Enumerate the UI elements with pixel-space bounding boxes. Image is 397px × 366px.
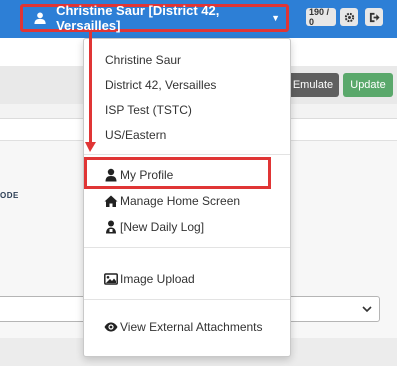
settings-button[interactable] (340, 8, 358, 26)
menu-item-view-external-attachments[interactable]: View External Attachments (104, 320, 263, 334)
eye-icon (104, 322, 118, 332)
chevron-down-icon (362, 306, 372, 313)
counter-badge: 190 / 0 (306, 7, 336, 27)
logout-button[interactable] (365, 8, 383, 26)
user-badge-icon (106, 220, 116, 234)
menu-item-manage-home-screen[interactable]: Manage Home Screen (104, 194, 240, 208)
image-icon (104, 273, 118, 285)
section-label-fragment: ODE (0, 191, 19, 200)
menu-item-label: [New Daily Log] (120, 220, 205, 234)
sign-out-icon (369, 12, 380, 22)
caret-down-icon: ▼ (271, 13, 280, 23)
menu-divider (84, 154, 290, 155)
menu-divider (84, 247, 290, 248)
dropdown-user-name: Christine Saur (105, 53, 182, 67)
gear-icon (344, 12, 354, 22)
menu-item-label: Manage Home Screen (120, 194, 241, 208)
dropdown-district: District 42, Versailles (105, 78, 217, 92)
dropdown-org: ISP Test (TSTC) (105, 103, 192, 117)
user-dropdown-menu: Christine Saur District 42, Versailles I… (83, 38, 291, 357)
menu-item-new-daily-log[interactable]: [New Daily Log] (104, 220, 204, 234)
menu-divider (84, 299, 290, 300)
user-menu-label: Christine Saur [District 42, Versailles] (56, 3, 220, 33)
my-profile-highlight-box (84, 157, 271, 189)
update-button[interactable]: Update (343, 73, 393, 97)
menu-item-label: Image Upload (120, 272, 195, 286)
annotation-arrow-head (85, 142, 96, 152)
emulate-button[interactable]: Emulate (287, 73, 339, 97)
user-icon (34, 12, 46, 25)
annotation-arrow (89, 30, 92, 144)
home-icon (104, 195, 118, 207)
user-menu-button[interactable]: Christine Saur [District 42, Versailles]… (20, 3, 289, 33)
dropdown-timezone: US/Eastern (105, 128, 167, 142)
menu-item-image-upload[interactable]: Image Upload (104, 272, 195, 286)
top-navbar: Christine Saur [District 42, Versailles]… (0, 0, 397, 38)
menu-item-label: View External Attachments (120, 320, 263, 334)
